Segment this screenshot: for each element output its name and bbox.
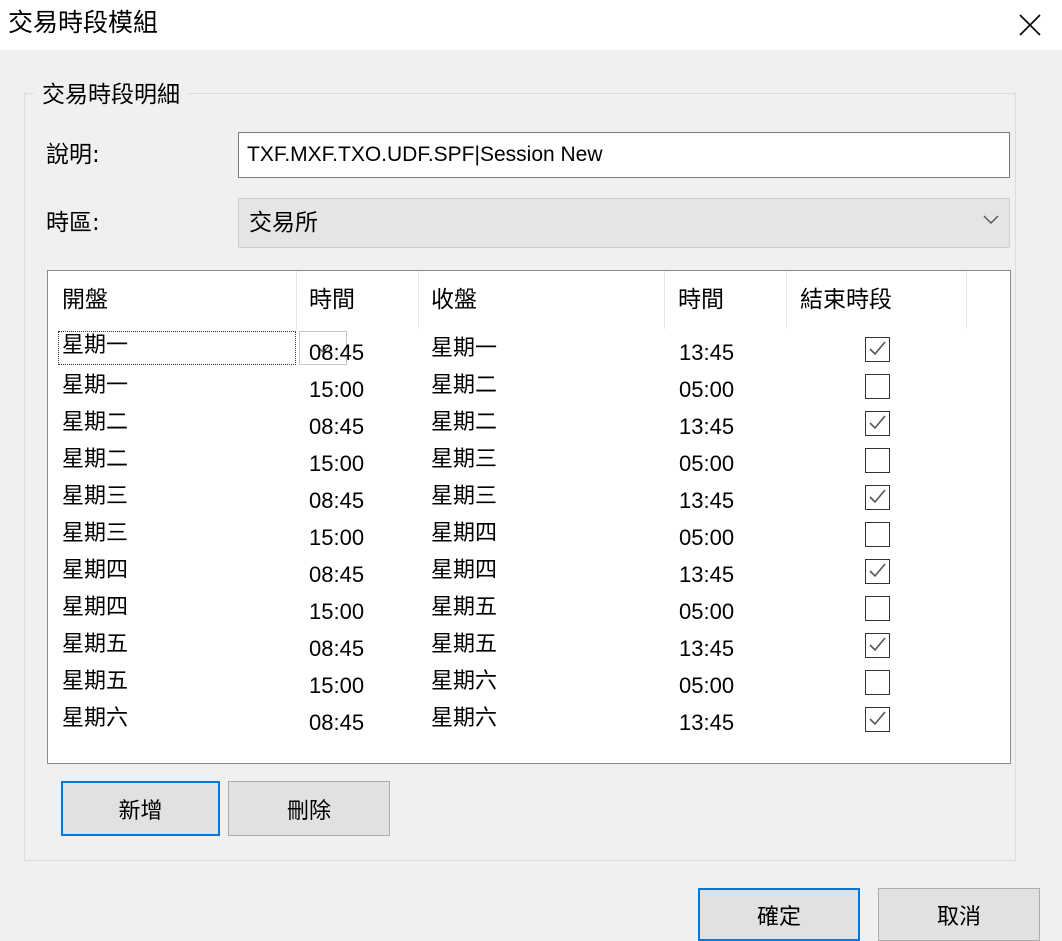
close-time-cell[interactable]: 13:45 (679, 560, 734, 590)
check-icon (869, 637, 886, 652)
header-open-day[interactable]: 開盤 (62, 285, 108, 315)
open-day-cell[interactable]: 星期四 (62, 593, 128, 623)
open-day-cell[interactable]: 星期三 (62, 482, 128, 512)
timezone-select[interactable]: 交易所 (238, 198, 1010, 248)
close-day-cell[interactable]: 星期五 (431, 630, 497, 660)
delete-button[interactable]: 刪除 (228, 781, 390, 836)
close-button[interactable] (998, 0, 1062, 50)
window-title: 交易時段模組 (8, 8, 159, 37)
check-icon (869, 563, 886, 578)
table-row[interactable]: 星期三 08:45 星期三 13:45 (48, 479, 1010, 516)
chevron-down-icon (983, 215, 999, 224)
open-time-cell[interactable]: 08:45 (309, 486, 364, 516)
description-input[interactable]: TXF.MXF.TXO.UDF.SPF|Session New (238, 132, 1010, 178)
table-row[interactable]: 星期二 08:45 星期二 13:45 (48, 405, 1010, 442)
session-table: 開盤 時間 收盤 時間 結束時段 星期一 08:45 星期一 13:45 星期一… (47, 270, 1011, 764)
close-day-cell[interactable]: 星期四 (431, 556, 497, 586)
ok-button[interactable]: 確定 (698, 888, 860, 941)
title-bar: 交易時段模組 (0, 0, 1062, 50)
open-day-cell[interactable]: 星期五 (62, 630, 128, 660)
open-time-cell[interactable]: 08:45 (309, 634, 364, 664)
end-session-checkbox[interactable] (865, 448, 890, 473)
table-row[interactable]: 星期四 08:45 星期四 13:45 (48, 553, 1010, 590)
open-time-cell[interactable]: 08:45 (309, 708, 364, 738)
description-label: 說明: (46, 142, 100, 168)
open-time-cell[interactable]: 08:45 (309, 412, 364, 442)
close-day-cell[interactable]: 星期四 (431, 519, 497, 549)
end-session-checkbox[interactable] (865, 670, 890, 695)
open-time-cell[interactable]: 15:00 (309, 597, 364, 627)
table-row[interactable]: 星期二 15:00 星期三 05:00 (48, 442, 1010, 479)
check-icon (869, 415, 886, 430)
close-time-cell[interactable]: 05:00 (679, 523, 734, 553)
end-session-checkbox[interactable] (865, 485, 890, 510)
header-close-day[interactable]: 收盤 (431, 285, 477, 315)
table-row[interactable]: 星期一 08:45 星期一 13:45 (48, 331, 1010, 368)
close-day-cell[interactable]: 星期二 (431, 371, 497, 401)
table-header: 開盤 時間 收盤 時間 結束時段 (48, 271, 1010, 331)
open-day-cell[interactable]: 星期五 (62, 667, 128, 697)
open-day-cell[interactable]: 星期二 (62, 445, 128, 475)
open-day-cell[interactable]: 星期四 (62, 556, 128, 586)
close-day-cell[interactable]: 星期二 (431, 408, 497, 438)
check-icon (869, 711, 886, 726)
close-time-cell[interactable]: 05:00 (679, 597, 734, 627)
close-day-cell[interactable]: 星期三 (431, 482, 497, 512)
open-day-cell: 星期一 (62, 333, 129, 358)
table-row[interactable]: 星期五 08:45 星期五 13:45 (48, 627, 1010, 664)
close-time-cell[interactable]: 13:45 (679, 338, 734, 368)
timezone-value: 交易所 (249, 210, 318, 236)
close-time-cell[interactable]: 13:45 (679, 412, 734, 442)
table-row[interactable]: 星期三 15:00 星期四 05:00 (48, 516, 1010, 553)
timezone-label: 時區: (46, 210, 100, 236)
header-open-time[interactable]: 時間 (309, 285, 355, 315)
close-icon (1019, 14, 1041, 36)
end-session-checkbox[interactable] (865, 596, 890, 621)
table-row[interactable]: 星期一 15:00 星期二 05:00 (48, 368, 1010, 405)
close-time-cell[interactable]: 05:00 (679, 375, 734, 405)
cancel-button[interactable]: 取消 (878, 888, 1040, 941)
close-day-cell[interactable]: 星期五 (431, 593, 497, 623)
open-day-cell[interactable]: 星期二 (62, 408, 128, 438)
open-day-cell[interactable]: 星期三 (62, 519, 128, 549)
table-row[interactable]: 星期六 08:45 星期六 13:45 (48, 701, 1010, 738)
table-row[interactable]: 星期五 15:00 星期六 05:00 (48, 664, 1010, 701)
open-time-cell[interactable]: 15:00 (309, 523, 364, 553)
close-time-cell[interactable]: 13:45 (679, 708, 734, 738)
close-day-cell[interactable]: 星期六 (431, 704, 497, 734)
end-session-checkbox[interactable] (865, 411, 890, 436)
close-day-cell[interactable]: 星期六 (431, 667, 497, 697)
open-time-cell[interactable]: 08:45 (309, 560, 364, 590)
close-time-cell[interactable]: 05:00 (679, 449, 734, 479)
close-day-cell[interactable]: 星期三 (431, 445, 497, 475)
end-session-checkbox[interactable] (865, 707, 890, 732)
open-time-cell[interactable]: 15:00 (309, 671, 364, 701)
end-session-checkbox[interactable] (865, 522, 890, 547)
open-time-cell[interactable]: 15:00 (309, 375, 364, 405)
close-time-cell[interactable]: 13:45 (679, 486, 734, 516)
header-end-session[interactable]: 結束時段 (800, 285, 892, 315)
check-icon (869, 489, 886, 504)
open-day-cell[interactable]: 星期一 (62, 371, 128, 401)
table-row[interactable]: 星期四 15:00 星期五 05:00 (48, 590, 1010, 627)
end-session-checkbox[interactable] (865, 633, 890, 658)
close-time-cell[interactable]: 05:00 (679, 671, 734, 701)
end-session-checkbox[interactable] (865, 374, 890, 399)
close-day-cell[interactable]: 星期一 (431, 334, 497, 364)
group-title: 交易時段明細 (34, 80, 188, 110)
header-close-time[interactable]: 時間 (678, 285, 724, 315)
close-time-cell[interactable]: 13:45 (679, 634, 734, 664)
open-time-cell[interactable]: 15:00 (309, 449, 364, 479)
end-session-checkbox[interactable] (865, 337, 890, 362)
open-day-cell[interactable]: 星期六 (62, 704, 128, 734)
check-icon (869, 341, 886, 356)
open-time-cell[interactable]: 08:45 (309, 338, 364, 368)
end-session-checkbox[interactable] (865, 559, 890, 584)
add-button[interactable]: 新增 (61, 781, 220, 836)
